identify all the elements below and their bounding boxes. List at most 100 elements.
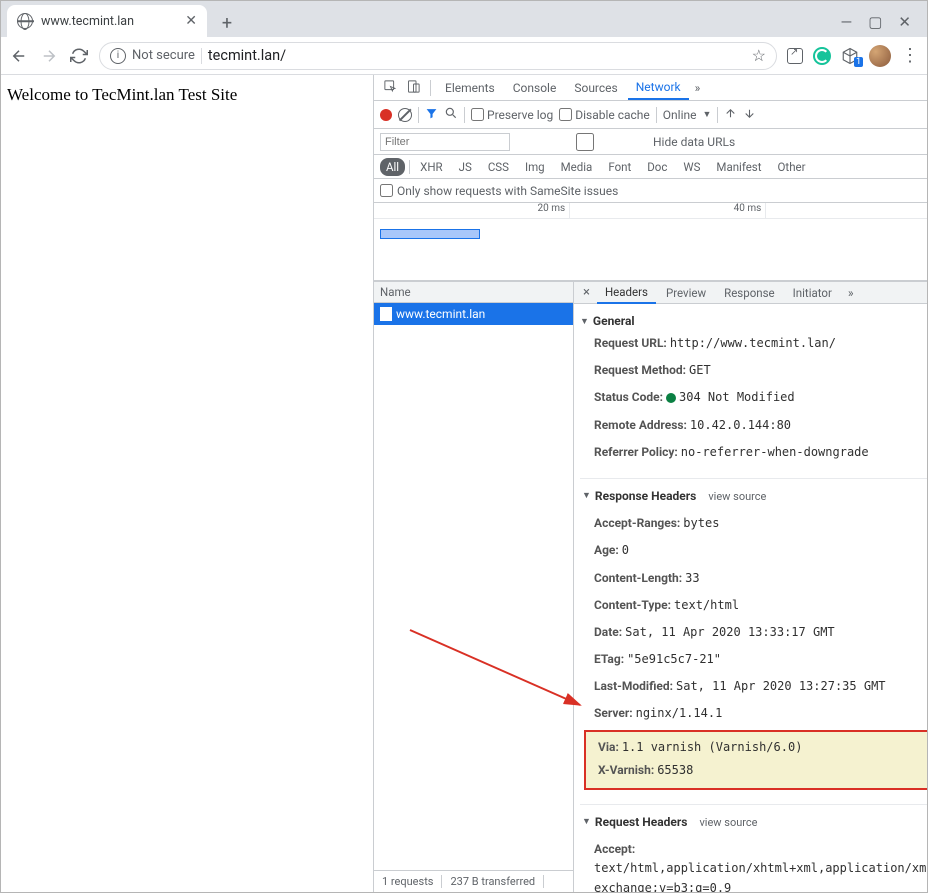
headers-panel[interactable]: ▼General Request URL: http://www.tecmint… [574,304,927,892]
browser-toolbar: i Not secure tecmint.lan/ ☆ 1 ⋮ [1,37,927,75]
tab-network[interactable]: Network [628,76,689,100]
header-kv: Request URL: http://www.tecmint.lan/ [580,330,927,357]
status-dot-icon [666,393,676,403]
divider [201,48,202,64]
samesite-bar: Only show requests with SameSite issues [374,179,927,203]
security-status: Not secure [132,48,195,63]
preserve-log-checkbox[interactable]: Preserve log [471,108,553,122]
filter-font[interactable]: Font [602,158,637,176]
tab-sources[interactable]: Sources [566,77,625,99]
filter-xhr[interactable]: XHR [414,158,449,176]
detail-more-icon[interactable]: » [842,283,860,303]
record-button[interactable] [380,109,392,121]
more-tabs-icon[interactable]: » [691,77,705,99]
address-bar[interactable]: i Not secure tecmint.lan/ ☆ [99,42,777,70]
header-kv: Date: Sat, 11 Apr 2020 13:33:17 GMT [580,619,927,646]
tab-bar: www.tecmint.lan ✕ + — ▢ ✕ [1,1,927,37]
filter-manifest[interactable]: Manifest [710,158,767,176]
header-kv: X-Varnish: 65538 [598,759,927,782]
filter-all[interactable]: All [380,158,405,176]
tab-elements[interactable]: Elements [437,77,503,99]
detail-close-icon[interactable]: × [578,285,595,300]
network-toolbar: Preserve log Disable cache Online ▼ [374,101,927,129]
throttle-dropdown-icon[interactable]: ▼ [703,109,712,120]
grammarly-icon[interactable] [813,47,831,65]
highlighted-headers: Via: 1.1 varnish (Varnish/6.0)X-Varnish:… [584,730,927,790]
header-kv: Last-Modified: Sat, 11 Apr 2020 13:27:35… [580,673,927,700]
site-info-icon[interactable]: i [110,48,126,64]
bookmark-icon[interactable]: ☆ [752,46,766,65]
header-kv: Status Code: 304 Not Modified [580,384,927,411]
separator [430,80,431,96]
hide-data-urls-checkbox[interactable]: Hide data URLs [520,133,735,151]
header-kv: Server: nginx/1.14.1 [580,700,927,727]
back-button[interactable] [9,46,29,66]
new-tab-button[interactable]: + [213,9,241,37]
header-kv: Content-Type: text/html [580,592,927,619]
url-text: tecmint.lan/ [208,47,286,64]
browser-menu-icon[interactable]: ⋮ [901,45,919,66]
filter-ws[interactable]: WS [677,158,706,176]
maximize-button[interactable]: ▢ [868,13,882,31]
upload-icon[interactable] [724,107,737,123]
filter-media[interactable]: Media [555,158,599,176]
request-headers-header[interactable]: ▼Request Headersview source [580,804,927,836]
header-kv: Age: 0 [580,537,927,564]
request-list-header[interactable]: Name [374,281,573,303]
minimize-button[interactable]: — [841,13,853,31]
filter-img[interactable]: Img [519,158,551,176]
request-detail: × Headers Preview Response Initiator » ▼… [574,281,927,892]
request-footer: 1 requests 237 B transferred [374,870,573,892]
detail-tab-preview[interactable]: Preview [658,283,714,303]
close-window-button[interactable]: ✕ [898,13,911,31]
tab-title: www.tecmint.lan [41,14,177,29]
reload-button[interactable] [69,46,89,66]
request-list: Name www.tecmint.lan 1 requests 237 B tr… [374,281,574,892]
extension-cube-icon[interactable]: 1 [841,47,859,65]
extension-badge: 1 [854,57,863,67]
header-kv: ETag: "5e91c5c7-21" [580,646,927,673]
page-heading: Welcome to TecMint.lan Test Site [7,85,367,105]
filter-doc[interactable]: Doc [641,158,673,176]
globe-icon [17,13,33,29]
samesite-checkbox[interactable]: Only show requests with SameSite issues [380,184,618,198]
request-row[interactable]: www.tecmint.lan [374,303,573,325]
devtools-tabs: Elements Console Sources Network » ✕8 ⋮ … [374,75,927,101]
search-icon[interactable] [444,106,458,123]
element-picker-icon[interactable] [380,76,401,100]
device-toggle-icon[interactable] [403,76,424,100]
timeline[interactable]: 20 ms 40 ms 60 ms 80 ms 100 ms [374,203,927,281]
forward-button[interactable] [39,46,59,66]
filter-input[interactable] [380,133,510,151]
filter-bar: Hide data URLs [374,129,927,155]
download-icon[interactable] [743,107,756,123]
profile-avatar[interactable] [869,45,891,67]
browser-tab[interactable]: www.tecmint.lan ✕ [7,5,207,37]
header-kv: Accept-Ranges: bytes [580,510,927,537]
detail-tab-headers[interactable]: Headers [597,282,656,304]
type-filter-bar: All XHR JS CSS Img Media Font Doc WS Man… [374,155,927,179]
devtools-panel: Elements Console Sources Network » ✕8 ⋮ … [373,75,927,892]
disable-cache-checkbox[interactable]: Disable cache [559,108,650,122]
response-headers-header[interactable]: ▼Response Headersview source [580,478,927,510]
request-headers-section: ▼Request Headersview source Accept: text… [578,796,927,892]
filter-css[interactable]: CSS [482,158,515,176]
filter-other[interactable]: Other [772,158,812,176]
clear-button[interactable] [398,108,412,122]
header-kv: Via: 1.1 varnish (Varnish/6.0) [598,736,927,759]
general-header[interactable]: ▼General [580,312,927,330]
filter-icon[interactable] [425,107,438,123]
header-kv: Accept: text/html,application/xhtml+xml,… [580,836,927,892]
filter-js[interactable]: JS [453,158,478,176]
detail-tab-response[interactable]: Response [716,283,783,303]
throttle-select[interactable]: Online [663,108,697,122]
tab-close-icon[interactable]: ✕ [185,13,197,29]
extension-icon[interactable] [787,48,803,64]
header-kv: Referrer Policy: no-referrer-when-downgr… [580,439,927,466]
timeline-bar [380,229,480,239]
detail-tab-initiator[interactable]: Initiator [785,283,840,303]
tab-console[interactable]: Console [505,77,565,99]
detail-tabs: × Headers Preview Response Initiator » [574,281,927,304]
document-icon [380,307,392,321]
window-controls: — ▢ ✕ [841,13,921,37]
